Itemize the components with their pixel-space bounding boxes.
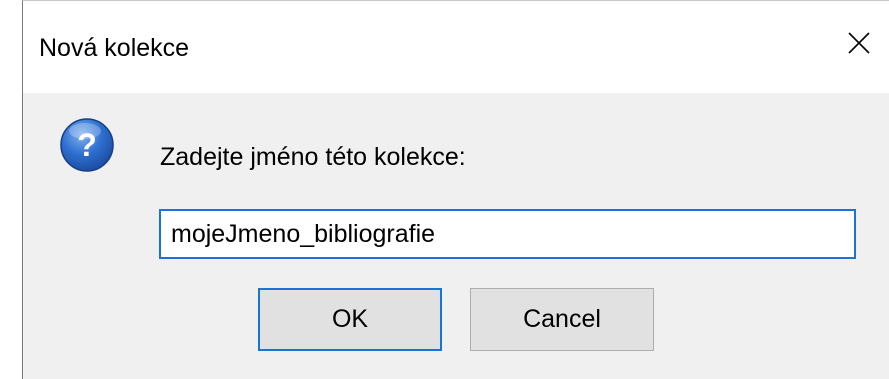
title-bar[interactable]: Nová kolekce: [23, 1, 889, 93]
close-icon: [848, 32, 870, 54]
svg-text:?: ?: [77, 127, 97, 163]
collection-name-input[interactable]: [159, 209, 856, 259]
new-collection-dialog: Nová kolekce ? Zadejte jméno této kolekc…: [22, 0, 889, 379]
dialog-title: Nová kolekce: [39, 34, 190, 62]
ok-button[interactable]: OK: [258, 288, 442, 351]
question-icon: ?: [60, 118, 114, 172]
screen: Nová kolekce ? Zadejte jméno této kolekc…: [0, 0, 889, 379]
close-button[interactable]: [829, 13, 889, 73]
dialog-body: ? Zadejte jméno této kolekce: OK Cancel: [23, 93, 889, 379]
prompt-label: Zadejte jméno této kolekce:: [160, 143, 466, 171]
cancel-button[interactable]: Cancel: [470, 288, 654, 351]
